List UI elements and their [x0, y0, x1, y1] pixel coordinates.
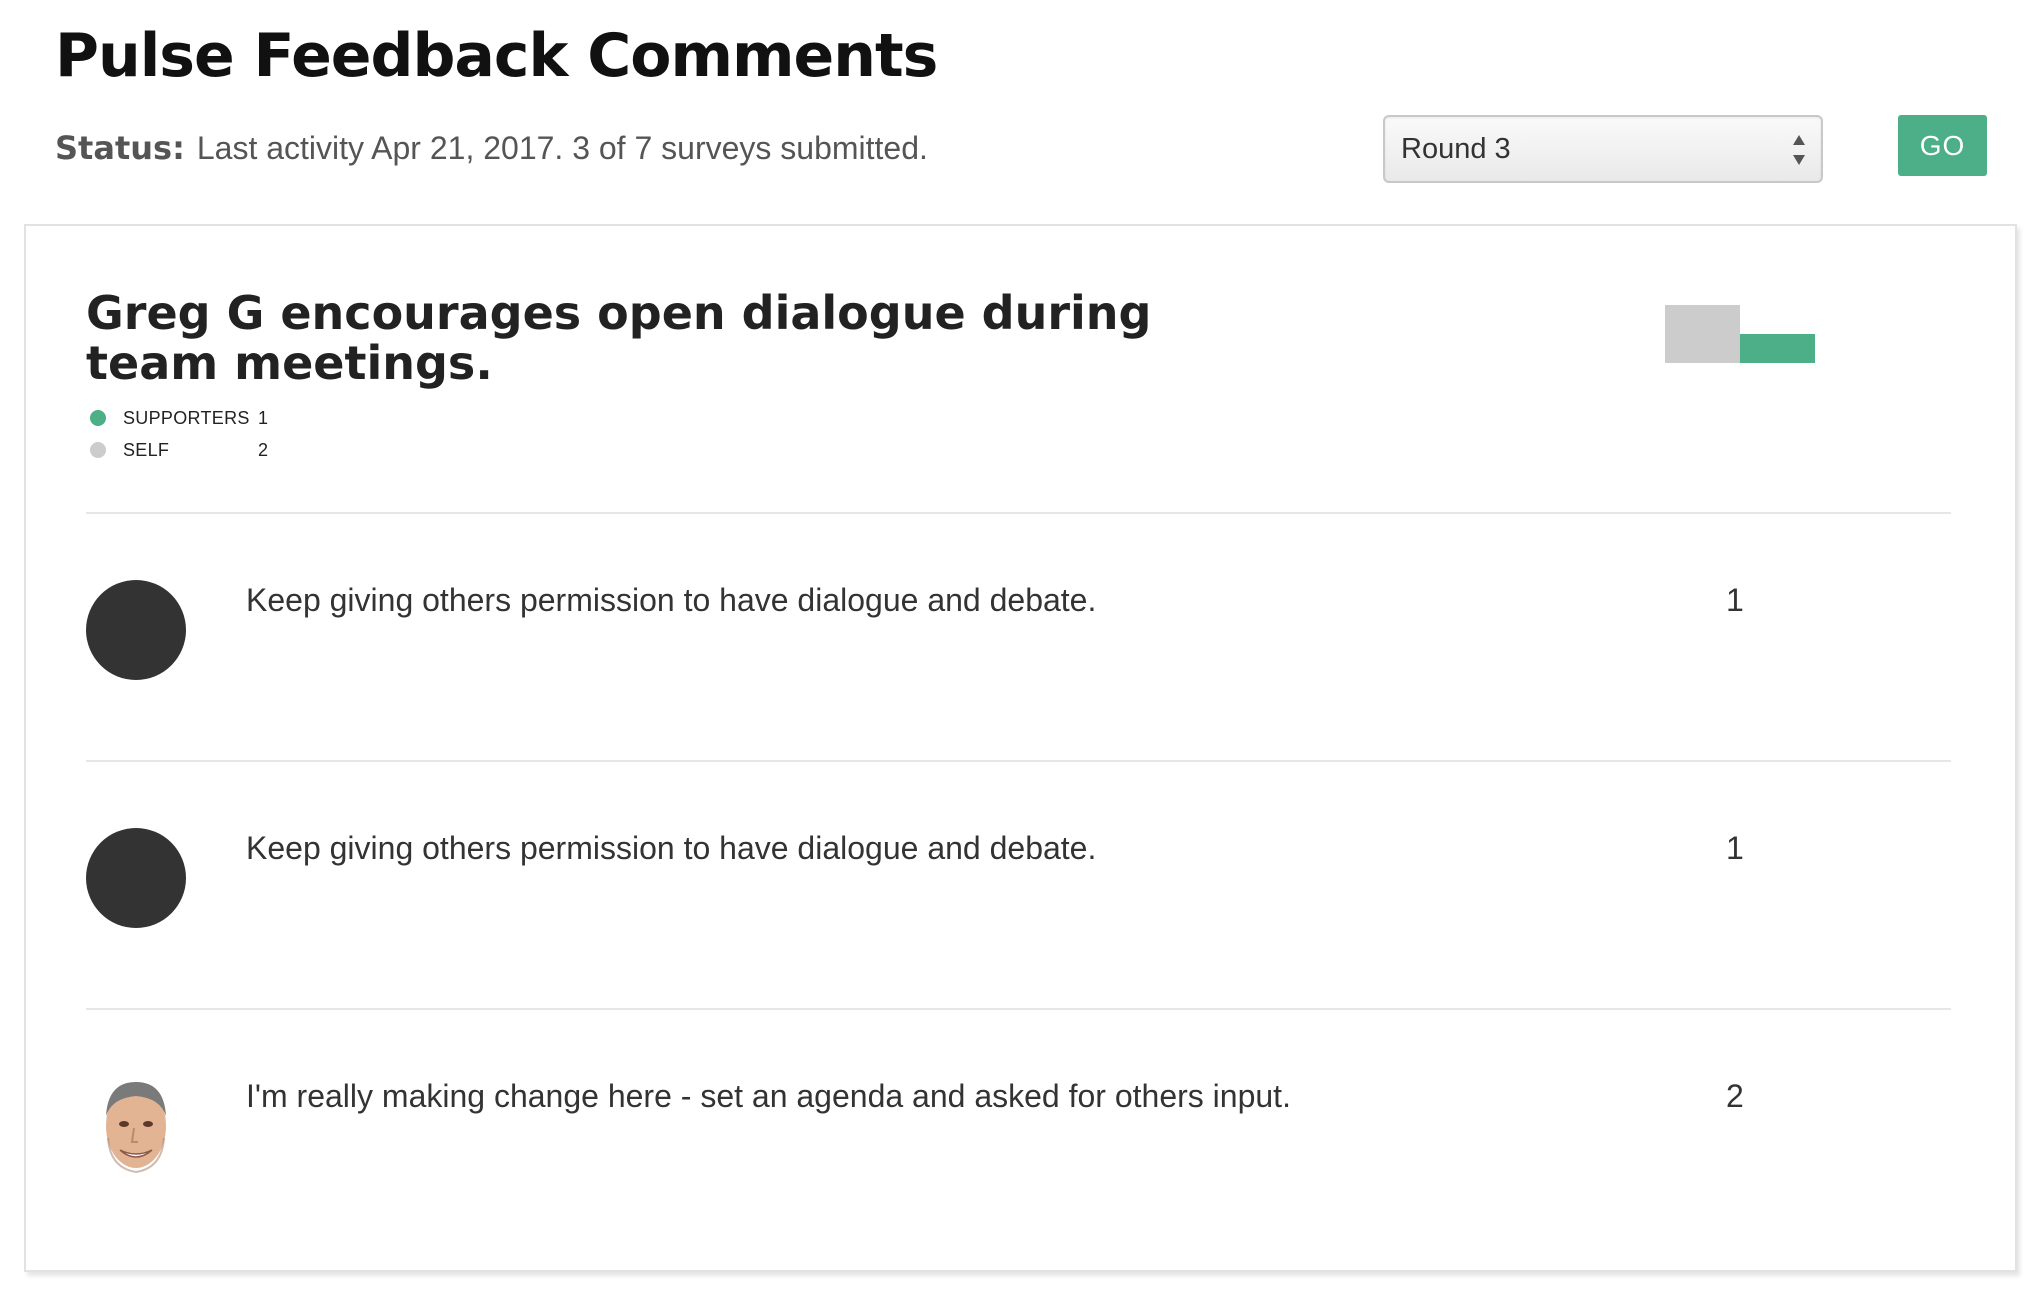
comment-text: Keep giving others permission to have di… — [246, 830, 1097, 866]
avatar — [86, 580, 186, 680]
status-line: Status: Last activity Apr 21, 2017. 3 of … — [55, 126, 928, 170]
page: Pulse Feedback Comments Status: Last acti… — [0, 0, 2036, 1294]
legend-item-self: SELF 2 — [90, 434, 268, 466]
select-arrows-icon — [1793, 135, 1805, 165]
round-select-value: Round 3 — [1401, 132, 1511, 165]
comment-row: Keep giving others permission to have di… — [86, 828, 1951, 958]
divider — [86, 512, 1951, 514]
score-chart — [1665, 305, 1815, 363]
user-photo-avatar — [106, 1082, 166, 1174]
go-button[interactable]: GO — [1898, 115, 1987, 176]
comment-row: I'm really making change here - set an a… — [86, 1076, 1951, 1206]
legend-label-supporters: SUPPORTERS — [123, 407, 250, 428]
comment-row: Keep giving others permission to have di… — [86, 580, 1951, 710]
self-dot-icon — [90, 442, 106, 458]
comment-score: 1 — [1726, 582, 1744, 618]
page-title: Pulse Feedback Comments — [55, 21, 938, 91]
avatar — [86, 828, 186, 928]
comment-text: Keep giving others permission to have di… — [246, 582, 1097, 618]
chart-bar-self — [1665, 305, 1740, 363]
divider — [86, 1008, 1951, 1010]
comment-score: 1 — [1726, 830, 1744, 866]
legend-count-self: 2 — [258, 439, 269, 460]
question-text: Greg G encourages open dialogue during t… — [86, 286, 1152, 390]
legend-label-self: SELF — [123, 439, 170, 460]
chart-bar-supporters — [1740, 334, 1815, 363]
status-text: Last activity Apr 21, 2017. 3 of 7 surve… — [196, 130, 928, 166]
legend-item-supporters: SUPPORTERS 1 — [90, 402, 268, 434]
legend-count-supporters: 1 — [258, 407, 269, 428]
divider — [86, 760, 1951, 762]
supporters-dot-icon — [90, 410, 106, 426]
status-label: Status: — [55, 129, 185, 167]
legend: SUPPORTERS 1 SELF 2 — [90, 402, 268, 466]
comment-text: I'm really making change here - set an a… — [246, 1078, 1291, 1114]
comment-score: 2 — [1726, 1078, 1744, 1114]
round-select[interactable]: Round 3 — [1383, 115, 1823, 183]
